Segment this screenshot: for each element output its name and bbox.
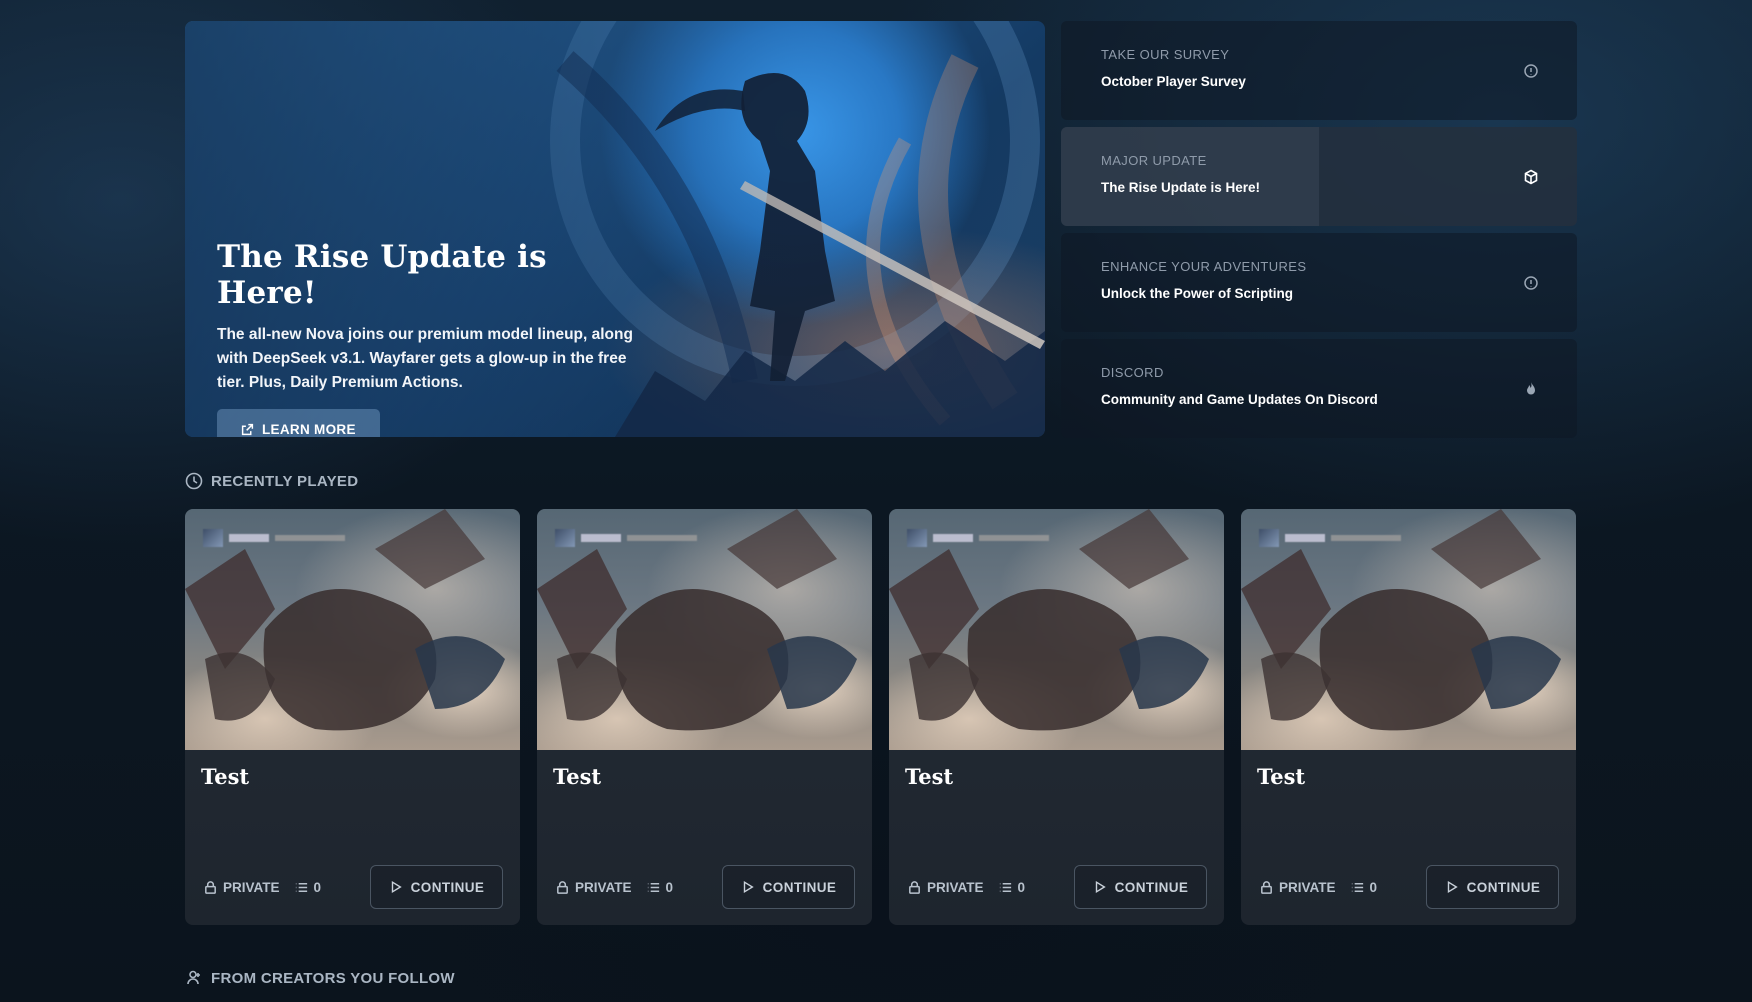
list-icon [999,882,1011,892]
continue-button[interactable]: CONTINUE [370,865,503,909]
card-author [1259,529,1401,547]
lock-icon [205,880,216,894]
section-title: RECENTLY PLAYED [211,472,359,490]
card-author [203,529,345,547]
cube-icon [1524,169,1538,185]
news-item-discord[interactable]: DISCORD Community and Game Updates On Di… [1061,339,1577,438]
news-kicker: ENHANCE YOUR ADVENTURES [1101,259,1307,274]
news-kicker: DISCORD [1101,365,1164,380]
action-count: 0 [294,880,321,895]
card-author [555,529,697,547]
card-cover-image [537,509,872,750]
adventure-card[interactable]: Test PRIVATE 0 CONTINUE [1241,509,1576,925]
list-icon [647,882,659,892]
visibility-badge: PRIVATE [555,880,632,895]
news-title: The Rise Update is Here! [1101,180,1261,195]
card-title: Test [905,764,954,789]
hero-banner[interactable]: The Rise Update is Here! The all-new Nov… [185,21,1045,437]
section-title: FROM CREATORS YOU FOLLOW [211,969,455,987]
list-icon [295,882,307,892]
clock-icon [185,472,203,490]
news-kicker: MAJOR UPDATE [1101,153,1207,168]
adventure-card[interactable]: Test PRIVATE 0 CONTINUE [537,509,872,925]
flame-icon [1527,382,1535,395]
card-cover-image [185,509,520,750]
card-title: Test [201,764,250,789]
user-follow-icon [187,970,200,985]
lock-icon [909,880,920,894]
news-title: October Player Survey [1101,74,1246,89]
action-count: 0 [998,880,1025,895]
adventure-card[interactable]: Test PRIVATE 0 CONTINUE [185,509,520,925]
action-count: 0 [1350,880,1377,895]
hero-title: The Rise Update is Here! [217,239,547,311]
continue-button[interactable]: CONTINUE [1074,865,1207,909]
continue-button[interactable]: CONTINUE [722,865,855,909]
visibility-badge: PRIVATE [1259,880,1336,895]
news-item-scripting[interactable]: ENHANCE YOUR ADVENTURES Unlock the Power… [1061,233,1577,332]
news-list: TAKE OUR SURVEY October Player Survey MA… [1061,21,1577,445]
play-icon [391,880,402,894]
card-author [907,529,1049,547]
visibility-badge: PRIVATE [203,880,280,895]
info-icon [1524,64,1538,78]
adventure-card[interactable]: Test PRIVATE 0 CONTINUE [889,509,1224,925]
card-title: Test [1257,764,1306,789]
info-icon [1524,276,1538,290]
recently-played-cards: Test PRIVATE 0 CONTINUE Test PRIVATE 0 C… [185,509,1576,925]
news-item-major-update[interactable]: MAJOR UPDATE The Rise Update is Here! [1061,127,1577,226]
card-cover-image [1241,509,1576,750]
play-icon [743,880,754,894]
card-title: Test [553,764,602,789]
news-title: Unlock the Power of Scripting [1101,286,1294,301]
visibility-badge: PRIVATE [907,880,984,895]
lock-icon [557,880,568,894]
news-title: Community and Game Updates On Discord [1101,392,1378,407]
news-item-survey[interactable]: TAKE OUR SURVEY October Player Survey [1061,21,1577,120]
play-icon [1447,880,1458,894]
learn-more-button[interactable]: LEARN MORE [217,409,380,437]
creators-heading: FROM CREATORS YOU FOLLOW [185,969,455,987]
learn-more-label: LEARN MORE [262,422,356,437]
card-cover-image [889,509,1224,750]
action-count: 0 [646,880,673,895]
external-link-icon [241,423,254,436]
lock-icon [1261,880,1272,894]
news-kicker: TAKE OUR SURVEY [1101,47,1230,62]
list-icon [1351,882,1363,892]
continue-button[interactable]: CONTINUE [1426,865,1559,909]
hero-description: The all-new Nova joins our premium model… [217,326,633,391]
recently-played-heading: RECENTLY PLAYED [185,472,358,490]
play-icon [1095,880,1106,894]
